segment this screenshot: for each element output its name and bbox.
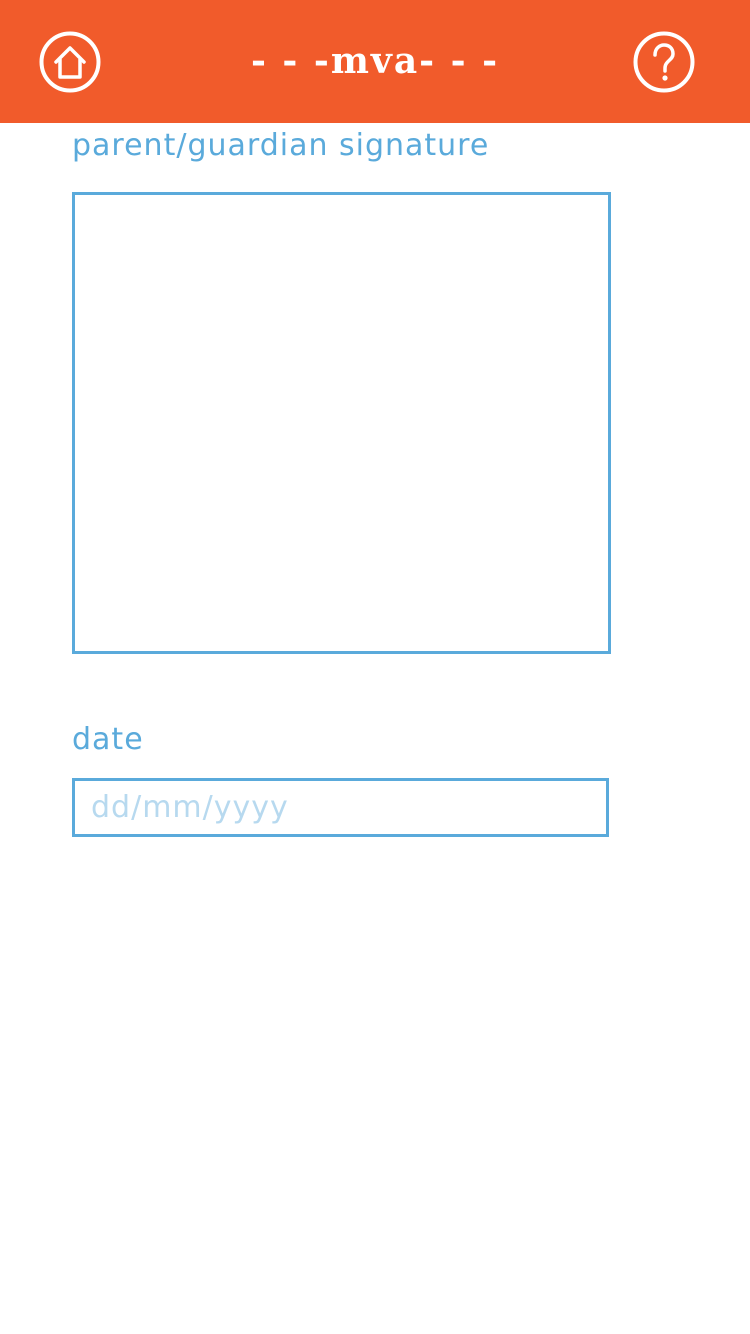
signature-pad[interactable]	[72, 192, 611, 654]
date-input[interactable]	[72, 778, 609, 837]
help-button[interactable]	[633, 31, 695, 93]
app-header: - - -mva- - -	[0, 0, 750, 123]
date-label: date	[72, 722, 144, 757]
question-mark-icon	[633, 31, 695, 93]
signature-label: parent/guardian signature	[72, 128, 490, 163]
